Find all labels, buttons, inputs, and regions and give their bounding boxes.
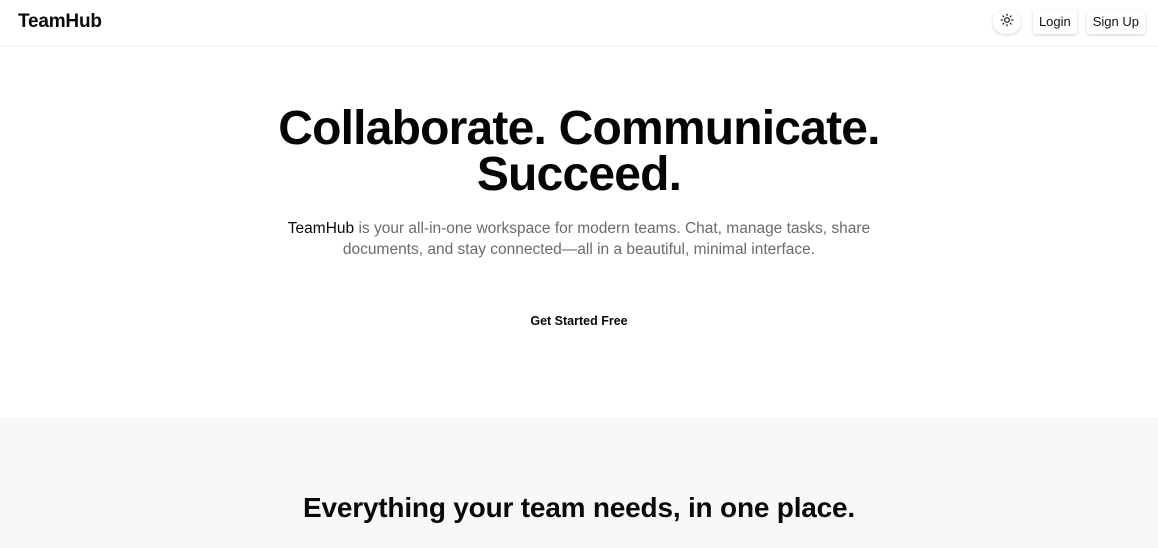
theme-toggle-button[interactable] — [992, 10, 1021, 34]
hero-subtitle-brand: TeamHub — [287, 220, 355, 237]
login-button[interactable]: Login — [1032, 10, 1077, 34]
get-started-cta: Get Started Free — [0, 310, 1158, 332]
signup-button[interactable]: Sign Up — [1086, 10, 1145, 34]
brand-logo[interactable]: TeamHub — [18, 11, 102, 33]
hero-subtitle: TeamHub is your all-in-one workspace for… — [279, 218, 879, 260]
hero-title: Collaborate. Communicate. Succeed. — [0, 105, 1158, 201]
hero-subtitle-text: is your all-in-one workspace for modern … — [342, 220, 871, 258]
sun-icon — [1000, 13, 1014, 32]
get-started-button[interactable]: Get Started Free — [522, 310, 635, 332]
nav-actions: Login Sign Up — [992, 10, 1145, 34]
hero-section: Collaborate. Communicate. Succeed. TeamH… — [0, 48, 1158, 417]
features-section: Everything your team needs, in one place… — [0, 417, 1158, 548]
features-title: Everything your team needs, in one place… — [303, 492, 855, 523]
top-navigation-bar: TeamHub Login Sign Up — [0, 0, 1158, 47]
hero-title-line-2: Succeed. — [476, 148, 682, 201]
